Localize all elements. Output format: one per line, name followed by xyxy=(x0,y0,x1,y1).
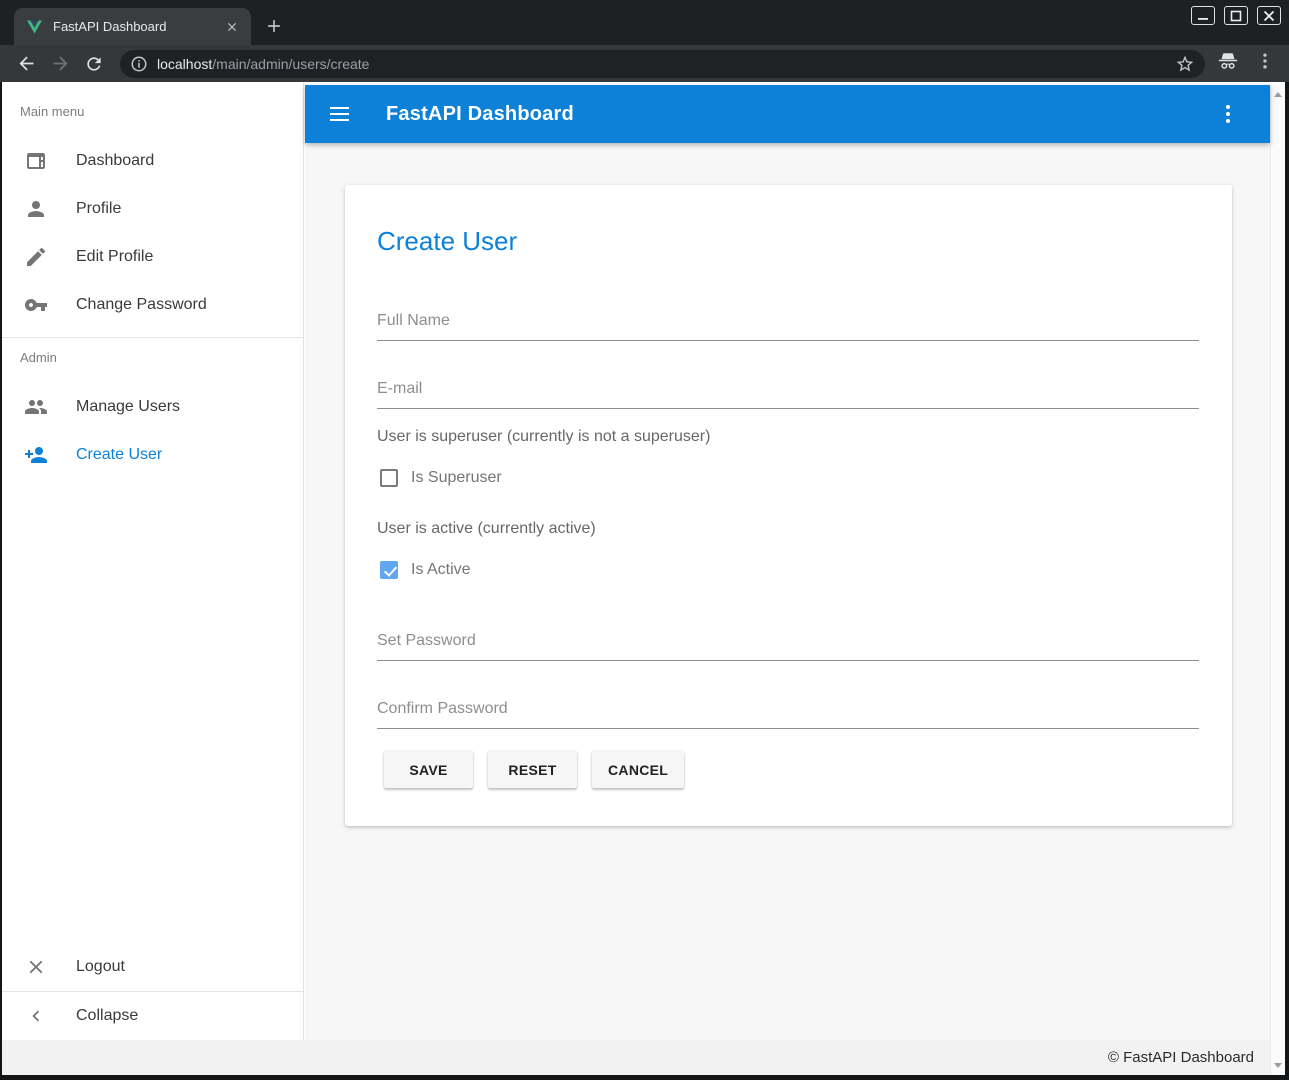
page-background: Create User User is superuser (currently… xyxy=(305,143,1270,1040)
key-icon xyxy=(24,293,48,317)
sidebar-divider xyxy=(2,337,303,338)
pencil-icon xyxy=(24,245,48,269)
url-text[interactable]: localhost/main/admin/users/create xyxy=(157,56,1175,72)
sidebar-item-label: Create User xyxy=(76,446,162,464)
window-minimize-button[interactable] xyxy=(1191,6,1215,25)
window-close-button[interactable] xyxy=(1257,6,1281,25)
sidebar-item-label: Change Password xyxy=(76,296,207,314)
set-password-input[interactable] xyxy=(377,626,1199,661)
tab-close-icon[interactable] xyxy=(223,18,241,36)
incognito-icon xyxy=(1217,50,1239,77)
sidebar-section-label-main: Main menu xyxy=(20,104,303,124)
sidebar-item-label: Profile xyxy=(76,200,121,218)
sidebar-item-profile[interactable]: Profile xyxy=(2,185,303,233)
footer-text: © FastAPI Dashboard xyxy=(1108,1049,1254,1066)
person-icon xyxy=(24,197,48,221)
superuser-note: User is superuser (currently is not a su… xyxy=(377,428,710,446)
is-superuser-checkbox[interactable]: Is Superuser xyxy=(380,469,502,487)
form-buttons: SAVE RESET CANCEL xyxy=(384,751,684,788)
save-button[interactable]: SAVE xyxy=(384,751,473,788)
set-password-field-wrap xyxy=(377,626,1199,661)
bookmark-star-icon[interactable] xyxy=(1175,54,1195,74)
create-user-card: Create User User is superuser (currently… xyxy=(345,185,1232,826)
browser-menu-icon[interactable] xyxy=(1255,51,1275,76)
full-name-field-wrap xyxy=(377,306,1199,341)
sidebar-spacer xyxy=(2,479,303,943)
scrollbar-down-arrow-icon[interactable] xyxy=(1274,1063,1282,1068)
scrollbar-up-arrow-icon[interactable] xyxy=(1274,92,1282,97)
reload-icon[interactable] xyxy=(82,52,106,76)
email-field-wrap xyxy=(377,374,1199,409)
new-tab-button[interactable] xyxy=(262,14,286,38)
person-add-icon xyxy=(24,443,48,467)
dashboard-icon xyxy=(24,149,48,173)
confirm-password-input[interactable] xyxy=(377,694,1199,729)
sidebar-item-dashboard[interactable]: Dashboard xyxy=(2,137,303,185)
app-bar-title: FastAPI Dashboard xyxy=(386,103,574,126)
sidebar-section-label-admin: Admin xyxy=(20,350,303,370)
page-footer: © FastAPI Dashboard xyxy=(2,1040,1270,1075)
chevron-left-icon xyxy=(24,1004,48,1028)
sidebar-item-label: Manage Users xyxy=(76,398,180,416)
main-content: FastAPI Dashboard Create User User is su… xyxy=(305,82,1270,1040)
tab-title: FastAPI Dashboard xyxy=(53,19,223,34)
browser-tab-strip: FastAPI Dashboard xyxy=(0,0,1289,45)
sidebar-item-create-user[interactable]: Create User xyxy=(2,431,303,479)
url-host: localhost xyxy=(157,56,212,72)
url-path: /main/admin/users/create xyxy=(212,56,369,72)
cancel-button[interactable]: CANCEL xyxy=(592,751,684,788)
browser-tab[interactable]: FastAPI Dashboard xyxy=(14,8,251,45)
sidebar-item-change-password[interactable]: Change Password xyxy=(2,281,303,329)
full-name-input[interactable] xyxy=(377,306,1199,341)
is-active-checkbox[interactable]: Is Active xyxy=(380,561,471,579)
group-icon xyxy=(24,395,48,419)
active-note: User is active (currently active) xyxy=(377,520,596,538)
vue-logo-icon xyxy=(26,18,43,35)
page-title: Create User xyxy=(377,226,517,257)
sidebar-item-manage-users[interactable]: Manage Users xyxy=(2,383,303,431)
sidebar-item-logout[interactable]: Logout xyxy=(2,943,303,991)
hamburger-menu-icon[interactable] xyxy=(328,102,352,126)
checkbox-label: Is Active xyxy=(411,561,471,579)
sidebar-item-label: Dashboard xyxy=(76,152,154,170)
checkbox-label: Is Superuser xyxy=(411,469,502,487)
browser-toolbar: localhost/main/admin/users/create xyxy=(0,45,1289,82)
page-info-icon[interactable] xyxy=(130,55,148,73)
app-bar-menu-icon[interactable] xyxy=(1216,102,1240,126)
sidebar-item-label: Collapse xyxy=(76,1007,138,1025)
confirm-password-field-wrap xyxy=(377,694,1199,729)
sidebar-item-label: Logout xyxy=(76,958,125,976)
page-scrollbar[interactable] xyxy=(1270,85,1285,1075)
address-bar[interactable]: localhost/main/admin/users/create xyxy=(120,50,1205,78)
checkbox-icon[interactable] xyxy=(380,469,398,487)
sidebar-item-edit-profile[interactable]: Edit Profile xyxy=(2,233,303,281)
window-controls xyxy=(1191,6,1281,25)
checkbox-icon[interactable] xyxy=(380,561,398,579)
email-input[interactable] xyxy=(377,374,1199,409)
window-maximize-button[interactable] xyxy=(1224,6,1248,25)
sidebar-item-collapse[interactable]: Collapse xyxy=(2,992,303,1040)
back-icon[interactable] xyxy=(14,52,38,76)
close-icon xyxy=(24,955,48,979)
sidebar-item-label: Edit Profile xyxy=(76,248,153,266)
reset-button[interactable]: RESET xyxy=(488,751,577,788)
forward-icon[interactable] xyxy=(48,52,72,76)
sidebar: Main menu Dashboard Profile Edit Profile… xyxy=(2,82,304,1040)
toolbar-right-icons xyxy=(1217,50,1275,77)
app-bar: FastAPI Dashboard xyxy=(305,85,1270,143)
page-viewport: Main menu Dashboard Profile Edit Profile… xyxy=(2,82,1285,1075)
